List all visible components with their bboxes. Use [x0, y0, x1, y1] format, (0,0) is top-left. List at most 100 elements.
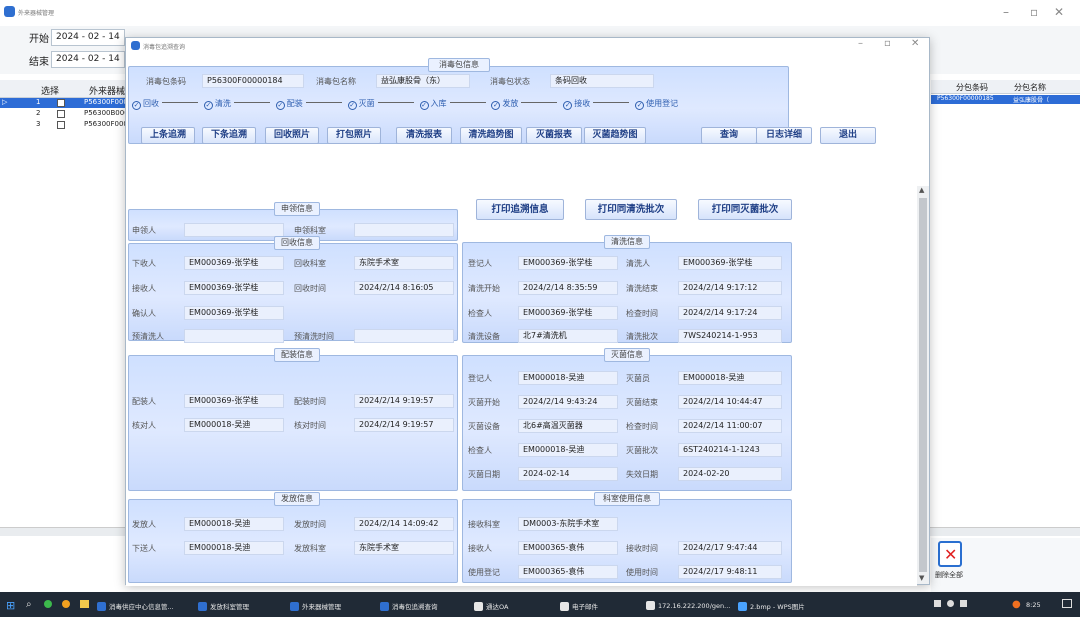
taskbar-item[interactable]: 消毒供应中心信息管... — [97, 601, 174, 611]
check-circle-icon: ✓ — [203, 101, 213, 110]
taskbar-item[interactable]: 172.16.222.200/gen... — [646, 601, 730, 610]
tray-app-icon[interactable]: ● — [1012, 599, 1021, 610]
print-trace-button[interactable]: 打印追溯信息 — [476, 199, 564, 220]
scroll-up-icon[interactable]: ▲ — [919, 186, 924, 194]
field-label: 灭菌结束 — [626, 398, 658, 407]
field-value — [354, 329, 454, 343]
tray-icon[interactable] — [947, 600, 954, 607]
field-label: 登记人 — [468, 374, 492, 383]
notification-icon[interactable] — [1062, 599, 1072, 608]
name-value: 益弘康股骨（东） — [376, 74, 470, 88]
windows-icon[interactable]: ⊞ — [6, 599, 15, 612]
vertical-scrollbar[interactable]: ▲ ▼ — [917, 186, 929, 584]
steril-title: 灭菌信息 — [604, 348, 650, 362]
field-value: 2024/2/14 9:17:24 — [678, 306, 782, 320]
log-detail-button[interactable]: 日志详细 — [756, 127, 812, 144]
table-row[interactable]: 2 P56300B000 — [0, 109, 129, 119]
browser-icon[interactable] — [44, 600, 52, 608]
field-label: 使用登记 — [468, 568, 500, 577]
row-checkbox[interactable] — [57, 99, 65, 107]
wash-trend-button[interactable]: 清洗趋势图 — [460, 127, 522, 144]
main-window-title: 外来器械管理 — [18, 10, 55, 17]
prev-trace-button[interactable]: 上条追溯 — [141, 127, 195, 144]
main-titlebar: 外来器械管理 – ▫ ✕ — [0, 0, 1080, 26]
minimize-icon[interactable]: – — [1003, 5, 1009, 19]
steril-trend-button[interactable]: 灭菌趋势图 — [584, 127, 646, 144]
taskbar-item[interactable]: 通达OA — [474, 601, 508, 611]
next-trace-button[interactable]: 下条追溯 — [202, 127, 256, 144]
taskbar-item[interactable]: 外来器械管理 — [290, 601, 341, 611]
field-label: 回收科室 — [294, 259, 326, 268]
pack-photo-button[interactable]: 打包照片 — [327, 127, 381, 144]
scroll-thumb[interactable] — [919, 198, 927, 572]
step-pack: ✓ 配装 — [275, 99, 303, 110]
field-label: 灭菌日期 — [468, 470, 500, 479]
clock[interactable]: 8:25 — [1026, 601, 1041, 609]
delete-icon[interactable]: ✕ — [938, 541, 962, 567]
table-row[interactable]: 3 P56300F000 — [0, 120, 128, 130]
dialog-close-icon[interactable]: ✕ — [911, 38, 919, 49]
dialog-maximize-icon[interactable]: ▫ — [884, 38, 891, 49]
tray-icon[interactable] — [934, 600, 941, 607]
app-pin-icon[interactable] — [62, 600, 70, 608]
tray-icon[interactable] — [960, 600, 967, 607]
app-icon — [4, 6, 15, 17]
taskbar-item[interactable]: 发放科室管理 — [198, 601, 249, 611]
folder-icon[interactable] — [80, 600, 89, 608]
status-label: 消毒包状态 — [490, 77, 530, 86]
field-value: 东院手术室 — [354, 541, 454, 555]
start-date-input[interactable]: 2024 - 02 - 14 — [51, 29, 125, 46]
field-value: 2024/2/14 9:19:57 — [354, 418, 454, 432]
step-steril: ✓ 灭菌 — [347, 99, 375, 110]
field-value: 2024/2/14 9:43:24 — [518, 395, 618, 409]
field-value: EM000369-张学桂 — [518, 306, 618, 320]
field-label: 清洗开始 — [468, 284, 500, 293]
table-row[interactable]: ▷ 1 P56300F000 — [0, 98, 128, 108]
maximize-icon[interactable]: ▫ — [1030, 5, 1038, 19]
print-steril-batch-button[interactable]: 打印同灭菌批次 — [698, 199, 792, 220]
field-value: EM000018-吴迪 — [184, 418, 284, 432]
table-row[interactable]: P56300F00000185 益弘康股骨（ — [931, 95, 1080, 104]
field-label: 发放时间 — [294, 520, 326, 529]
row-checkbox[interactable] — [57, 121, 65, 129]
close-icon[interactable]: ✕ — [1054, 5, 1064, 19]
scroll-down-icon[interactable]: ▼ — [919, 574, 924, 582]
query-button[interactable]: 查询 — [701, 127, 757, 144]
row-checkbox[interactable] — [57, 110, 65, 118]
field-label: 预清洗人 — [132, 332, 164, 341]
row-no: 1 — [36, 98, 41, 106]
taskbar-item[interactable]: 消毒包追溯查询 — [380, 601, 438, 611]
field-value: 6ST240214-1-1243 — [678, 443, 782, 457]
dialog-minimize-icon[interactable]: – — [858, 38, 863, 49]
field-label: 使用时间 — [626, 568, 658, 577]
row-code: P56300F000 — [84, 98, 128, 106]
field-value: EM000018-吴迪 — [518, 443, 618, 457]
field-value: 2024-02-14 — [518, 467, 618, 481]
recycle-photo-button[interactable]: 回收照片 — [265, 127, 319, 144]
usage-title: 科室使用信息 — [594, 492, 660, 506]
taskbar-item[interactable]: 2.bmp - WPS图片 — [738, 601, 805, 611]
print-wash-batch-button[interactable]: 打印同清洗批次 — [585, 199, 677, 220]
taskbar-item[interactable]: 电子邮件 — [560, 601, 598, 611]
step-usage: ✓ 使用登记 — [635, 99, 679, 110]
step-issue: ✓ 发放 — [491, 99, 519, 110]
barcode-label: 消毒包条码 — [146, 77, 186, 86]
apply-dept-value — [354, 223, 454, 237]
field-value — [184, 329, 284, 343]
grid-header: 选择 外来器械 — [0, 80, 126, 98]
end-date-input[interactable]: 2024 - 02 - 14 — [51, 51, 125, 68]
end-label: 结束 — [29, 57, 49, 68]
field-value: EM000018-吴迪 — [678, 371, 782, 385]
col-sub-name: 分包名称 — [1014, 83, 1046, 92]
field-label: 下收人 — [132, 259, 156, 268]
field-label: 检查人 — [468, 446, 492, 455]
delete-all-label: 删除全部 — [935, 571, 963, 579]
steril-report-button[interactable]: 灭菌报表 — [526, 127, 582, 144]
taskbar: ⊞ ⌕ 消毒供应中心信息管... 发放科室管理 外来器械管理 消毒包追溯查询 通… — [0, 592, 1080, 617]
field-label: 清洗结束 — [626, 284, 658, 293]
check-circle-icon: ✓ — [275, 101, 285, 110]
search-icon[interactable]: ⌕ — [26, 599, 32, 610]
exit-button[interactable]: 退出 — [820, 127, 876, 144]
wash-report-button[interactable]: 清洗报表 — [396, 127, 452, 144]
field-value: EM000018-吴迪 — [184, 541, 284, 555]
